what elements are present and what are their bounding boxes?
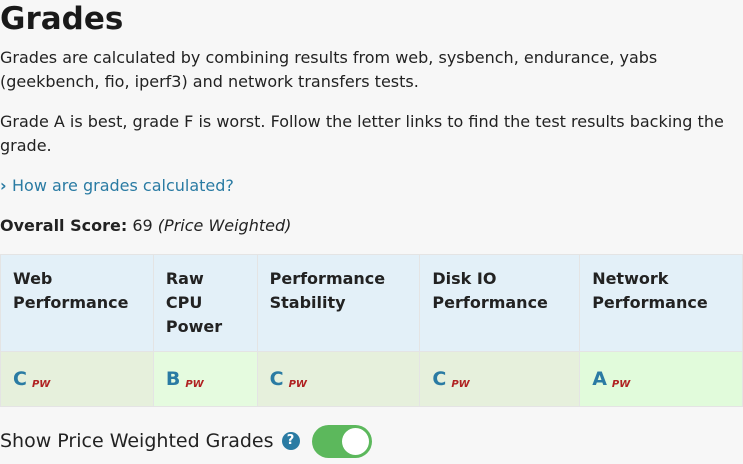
- price-weighted-toggle-label: Show Price Weighted Grades: [0, 430, 274, 452]
- grades-row: C PW B PW C PW C PW A PW: [0, 351, 743, 407]
- price-weighted-toggle-row: Show Price Weighted Grades ?: [0, 424, 372, 458]
- overall-score-value: 69: [132, 216, 153, 235]
- grade-link-disk-io[interactable]: C: [432, 368, 446, 390]
- overall-score-label: Overall Score:: [0, 216, 128, 235]
- grade-cell-stability: C PW: [256, 351, 421, 407]
- overall-score-note: (Price Weighted): [157, 216, 292, 235]
- pw-badge: PW: [185, 379, 204, 390]
- grade-link-cpu[interactable]: B: [166, 368, 180, 390]
- header-disk-io-performance: Disk IO Performance: [419, 254, 581, 352]
- grade-cell-web: C PW: [0, 351, 154, 407]
- grade-cell-cpu: B PW: [152, 351, 258, 407]
- question-circle-icon[interactable]: ?: [281, 432, 300, 450]
- chevron-right-icon: ›: [0, 176, 7, 195]
- toggle-knob: [341, 427, 369, 455]
- pw-badge: PW: [451, 379, 470, 390]
- grades-table: Web Performance Raw CPU Power Performanc…: [0, 254, 743, 407]
- grade-link-network[interactable]: A: [592, 368, 607, 390]
- grade-cell-network: A PW: [579, 351, 743, 407]
- pw-badge: PW: [288, 379, 307, 390]
- grades-header-row: Web Performance Raw CPU Power Performanc…: [0, 254, 743, 352]
- intro-text: Grades are calculated by combining resul…: [0, 48, 658, 91]
- pw-badge: PW: [31, 379, 51, 390]
- header-web-performance: Web Performance: [0, 254, 154, 352]
- how-grades-calculated-link[interactable]: › How are grades calculated?: [0, 174, 234, 198]
- header-raw-cpu-power: Raw CPU Power: [152, 254, 258, 352]
- header-performance-stability: Performance Stability: [256, 254, 421, 352]
- overall-score: Overall Score: 69 (Price Weighted): [0, 214, 291, 238]
- price-weighted-toggle-switch[interactable]: [311, 424, 372, 458]
- how-link-text: How are grades calculated?: [12, 176, 234, 195]
- grade-scale-note: Grade A is best, grade F is worst. Follo…: [0, 112, 724, 155]
- grade-link-web[interactable]: C: [13, 368, 27, 390]
- grade-link-stability[interactable]: C: [270, 368, 284, 390]
- pw-badge: PW: [611, 379, 631, 390]
- grade-cell-disk-io: C PW: [419, 351, 581, 407]
- page-title: Grades: [0, 1, 124, 37]
- header-network-performance: Network Performance: [579, 254, 743, 352]
